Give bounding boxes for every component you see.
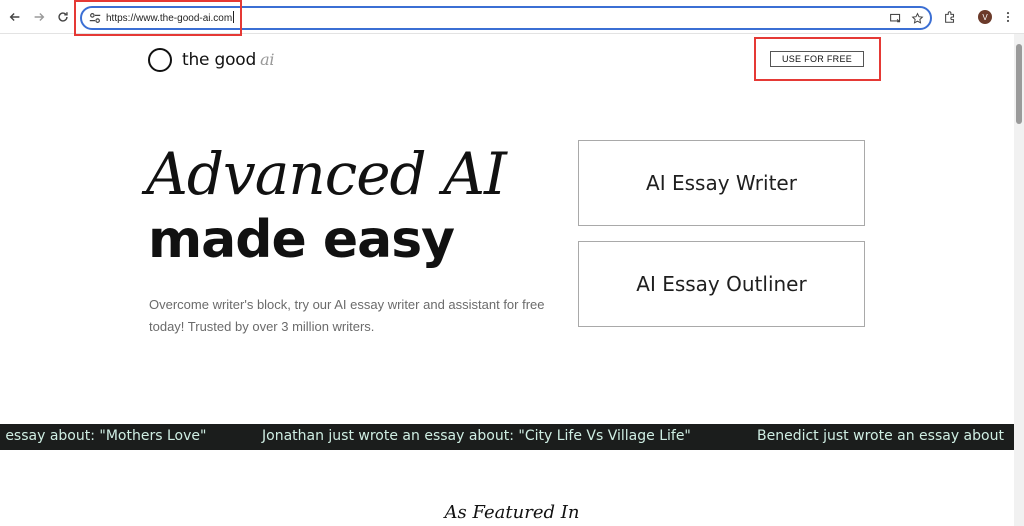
hero-description: Overcome writer's block, try our AI essa… xyxy=(149,297,545,334)
avatar-letter: V xyxy=(982,12,988,22)
scrollbar-thumb[interactable] xyxy=(1016,44,1022,124)
back-button[interactable] xyxy=(5,7,25,27)
install-app-icon[interactable] xyxy=(888,11,902,25)
hero-title-line2: made easy xyxy=(148,210,455,270)
ticker-item: Jonathan just wrote an essay about: "Cit… xyxy=(262,428,691,444)
address-bar[interactable]: https://www.the-good-ai.com xyxy=(80,6,932,30)
logo-accent: ai xyxy=(260,50,275,69)
bookmark-star-icon[interactable] xyxy=(910,11,924,25)
forward-arrow-icon xyxy=(34,13,45,21)
essay-outliner-card[interactable]: AI Essay Outliner xyxy=(578,241,865,327)
back-arrow-icon xyxy=(9,13,20,21)
page-scrollbar[interactable] xyxy=(1014,34,1024,526)
ticker-item: n essay about: "Mothers Love" xyxy=(0,428,207,444)
reload-icon xyxy=(58,12,68,22)
logo-circle-icon xyxy=(148,48,172,72)
forward-button[interactable] xyxy=(29,7,49,27)
logo-main: the good xyxy=(182,50,257,70)
url-text: https://www.the-good-ai.com xyxy=(106,13,233,24)
logo-text: the good ai xyxy=(182,50,275,70)
site-info-icon[interactable] xyxy=(88,11,102,25)
profile-avatar[interactable]: V xyxy=(978,10,992,24)
site-logo[interactable]: the good ai xyxy=(148,48,275,72)
essay-writer-card[interactable]: AI Essay Writer xyxy=(578,140,865,226)
hero-title-line1: Advanced AI xyxy=(146,140,507,208)
ticker-item: Benedict just wrote an essay about xyxy=(757,428,1004,444)
text-cursor xyxy=(233,11,235,23)
use-for-free-button[interactable]: USE FOR FREE xyxy=(770,51,864,67)
activity-ticker: n essay about: "Mothers Love" Jonathan j… xyxy=(0,424,1024,450)
browser-toolbar: https://www.the-good-ai.com V xyxy=(0,0,1024,34)
extensions-icon[interactable] xyxy=(942,9,958,25)
featured-heading: As Featured In xyxy=(444,502,580,523)
reload-button[interactable] xyxy=(53,7,73,27)
url-input[interactable]: https://www.the-good-ai.com xyxy=(106,11,235,26)
menu-kebab-icon[interactable] xyxy=(1000,9,1016,25)
